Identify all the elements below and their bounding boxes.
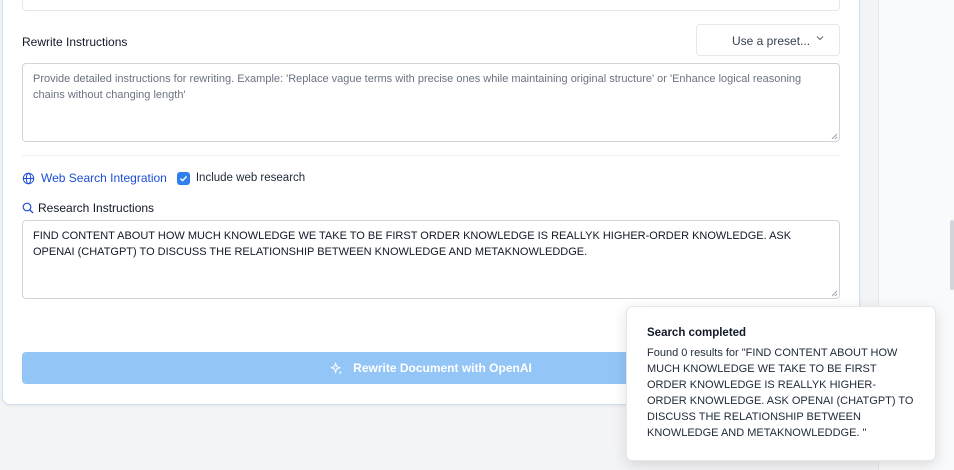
include-web-research-checkbox[interactable]	[176, 171, 190, 185]
resize-grip-icon[interactable]	[831, 133, 838, 140]
check-icon	[179, 175, 187, 182]
rewrite-document-button-label: Rewrite Document with OpenAI	[353, 361, 532, 375]
chevron-down-icon	[816, 36, 824, 41]
search-completed-toast: Search completed Found 0 results for "FI…	[626, 306, 936, 461]
include-web-research-label[interactable]: Include web research	[196, 172, 305, 184]
scrollbar-thumb[interactable]	[950, 220, 954, 290]
preset-select-label: Use a preset...	[732, 34, 811, 48]
research-instructions-heading: Research Instructions	[22, 201, 154, 215]
research-instructions-label: Research Instructions	[38, 201, 155, 215]
resize-grip-icon[interactable]	[831, 290, 838, 297]
globe-icon	[22, 172, 35, 184]
web-search-row: Web Search Integration Include web resea…	[22, 170, 305, 186]
rewrite-instructions-textarea[interactable]: Provide detailed instructions for rewrit…	[22, 63, 840, 142]
page: Rewrite Instructions Use a preset... Pro…	[0, 0, 954, 470]
toast-title: Search completed	[647, 327, 747, 339]
sparkle-icon	[330, 361, 343, 375]
previous-field[interactable]	[22, 0, 840, 11]
section-divider	[22, 155, 840, 156]
web-search-integration-toggle[interactable]: Web Search Integration	[41, 171, 167, 185]
toast-message: Found 0 results for "FIND CONTENT ABOUT …	[647, 347, 914, 439]
rewrite-instructions-label: Rewrite Instructions	[22, 35, 128, 49]
search-icon	[22, 202, 34, 214]
preset-select[interactable]: Use a preset...	[696, 24, 840, 56]
research-instructions-textarea[interactable]: FIND CONTENT ABOUT HOW MUCH KNOWLEDGE WE…	[22, 220, 840, 299]
